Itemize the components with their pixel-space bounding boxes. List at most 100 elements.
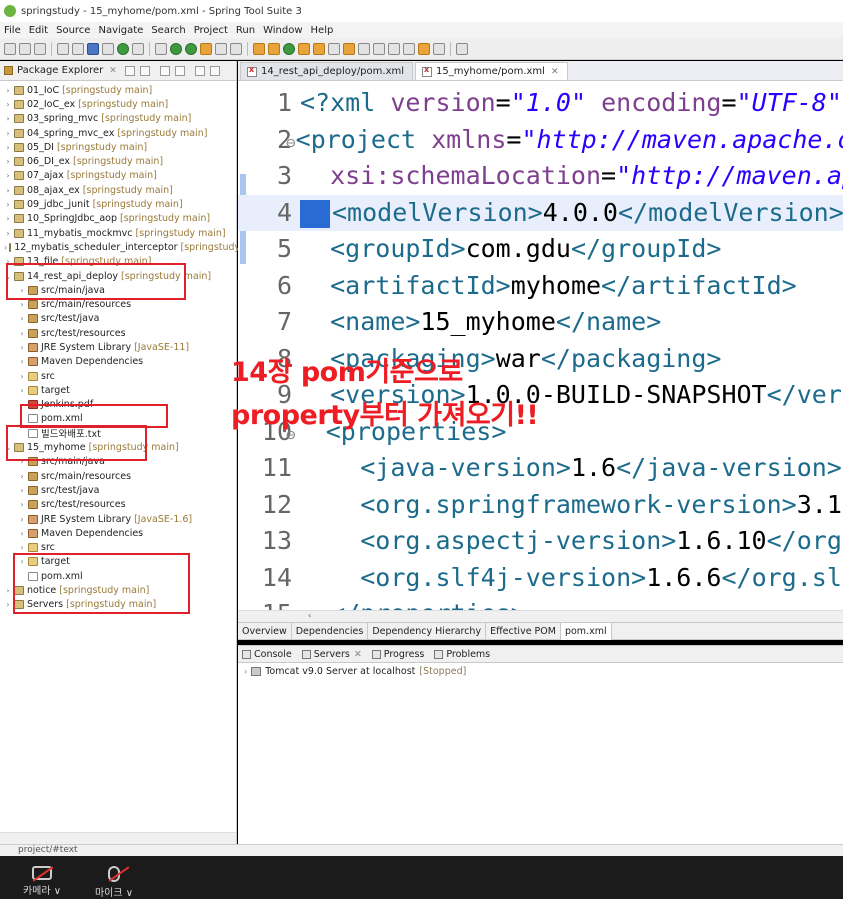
menu-source[interactable]: Source <box>52 25 94 36</box>
save-icon[interactable] <box>19 42 31 55</box>
view-menu-icon[interactable] <box>159 65 170 76</box>
tree-item[interactable]: › 02_IoC_ex [springstudy main] <box>0 97 236 111</box>
tree-item[interactable]: › Maven Dependencies <box>0 355 236 369</box>
close-icon[interactable]: ✕ <box>109 66 117 76</box>
server-tomcat[interactable]: › Tomcat v9.0 Server at localhost [Stopp… <box>238 663 843 677</box>
tab-dependency-hierarchy[interactable]: Dependency Hierarchy <box>368 622 487 640</box>
chevron-right-icon[interactable]: › <box>18 529 26 538</box>
debug-icon[interactable] <box>155 42 167 55</box>
tree-item[interactable]: › 10_SpringJdbc_aop [springstudy main] <box>0 212 236 226</box>
chevron-right-icon[interactable]: › <box>18 386 26 395</box>
tab-dependencies[interactable]: Dependencies <box>292 622 369 640</box>
camera-button[interactable]: 카메라 ∨ <box>12 862 72 899</box>
new-icon[interactable] <box>4 42 16 55</box>
chevron-right-icon[interactable]: › <box>4 86 12 95</box>
properties-icon[interactable] <box>72 42 84 55</box>
tree-item[interactable]: › JRE System Library [JavaSE-11] <box>0 340 236 354</box>
tab-progress[interactable]: Progress <box>371 649 424 660</box>
mic-button[interactable]: 마이크 ∨ <box>84 862 144 899</box>
run-external-icon[interactable] <box>185 42 197 55</box>
tab-problems[interactable]: Problems <box>434 649 490 660</box>
menu-run[interactable]: Run <box>232 25 259 36</box>
refresh-icon[interactable] <box>132 42 144 55</box>
tree-item[interactable]: › 12_mybatis_scheduler_interceptor [spring… <box>0 240 240 254</box>
code-line[interactable]: 12 <org.springframework-version>3.1.1.RE… <box>238 487 843 523</box>
chevron-right-icon[interactable]: › <box>18 543 26 552</box>
menu-project[interactable]: Project <box>190 25 232 36</box>
close-icon[interactable]: ✕ <box>354 649 362 660</box>
chevron-right-icon[interactable]: › <box>4 171 12 180</box>
code-line[interactable]: 11 <java-version>1.6</java-version> <box>238 450 843 486</box>
chevron-right-icon[interactable]: › <box>18 486 26 495</box>
editor-horizontal-scrollbar[interactable]: ‹ <box>238 610 843 622</box>
minimize-icon[interactable] <box>194 65 205 76</box>
tree-item[interactable]: › src/test/java <box>0 312 236 326</box>
menu-navigate[interactable]: Navigate <box>94 25 147 36</box>
code-line[interactable]: 2⊖<project xmlns="http://maven.apache.or… <box>238 122 843 158</box>
run-icon[interactable] <box>170 42 182 55</box>
chevron-right-icon[interactable]: › <box>244 667 247 676</box>
tree-item[interactable]: › Maven Dependencies <box>0 526 236 540</box>
package-explorer-tab[interactable]: Package Explorer ✕ <box>0 61 236 81</box>
code-line[interactable]: 6 <artifactId>myhome</artifactId> <box>238 268 843 304</box>
new-class-icon[interactable] <box>283 42 295 55</box>
chevron-right-icon[interactable]: › <box>18 472 26 481</box>
close-icon[interactable]: ✕ <box>551 67 559 77</box>
chevron-right-icon[interactable]: › <box>4 100 12 109</box>
code-line[interactable]: 14 <org.slf4j-version>1.6.6</org.slf4j-v… <box>238 560 843 596</box>
pen-icon[interactable] <box>328 42 340 55</box>
chevron-right-icon[interactable]: › <box>4 586 12 595</box>
tree-item[interactable]: › src <box>0 369 236 383</box>
tab-pom-xml[interactable]: pom.xml <box>560 622 612 640</box>
tree-item[interactable]: › 11_mybatis_mockmvc [springstudy main] <box>0 226 236 240</box>
back-icon[interactable] <box>418 42 430 55</box>
tab-console[interactable]: Console <box>242 649 292 660</box>
tree-item[interactable]: › src/main/resources <box>0 469 236 483</box>
menu-help[interactable]: Help <box>307 25 338 36</box>
tree-item[interactable]: › 04_spring_mvc_ex [springstudy main] <box>0 126 236 140</box>
chevron-right-icon[interactable]: › <box>18 329 26 338</box>
deploy-icon[interactable] <box>230 42 242 55</box>
tree-item[interactable]: › 03_spring_mvc [springstudy main] <box>0 112 236 126</box>
maximize-icon[interactable] <box>209 65 220 76</box>
chevron-right-icon[interactable]: › <box>4 186 12 195</box>
open-type-icon[interactable] <box>298 42 310 55</box>
chevron-right-icon[interactable]: › <box>18 357 26 366</box>
globe-icon[interactable] <box>358 42 370 55</box>
tree-item[interactable]: › JRE System Library [JavaSE-1.6] <box>0 512 236 526</box>
collapse-all-icon[interactable] <box>124 65 135 76</box>
tab-overview[interactable]: Overview <box>238 622 292 640</box>
chevron-right-icon[interactable]: › <box>18 500 26 509</box>
code-line[interactable]: 4 <modelVersion>4.0.0</modelVersion> <box>238 194 843 231</box>
new-package-icon[interactable] <box>268 42 280 55</box>
server-icon[interactable] <box>215 42 227 55</box>
code-line[interactable]: 7 <name>15_myhome</name> <box>238 304 843 340</box>
scroll-left-icon[interactable]: ‹ <box>308 611 311 620</box>
tab-14-pom[interactable]: 14_rest_api_deploy/pom.xml <box>240 62 414 80</box>
chevron-right-icon[interactable]: › <box>18 300 26 309</box>
tab-effective-pom[interactable]: Effective POM <box>486 622 561 640</box>
link-with-editor-icon[interactable] <box>139 65 150 76</box>
fold-toggle-icon[interactable]: ⊖ <box>286 133 296 152</box>
chevron-right-icon[interactable]: › <box>4 143 12 152</box>
tree-item[interactable]: › target <box>0 383 236 397</box>
chevron-right-icon[interactable]: › <box>18 343 26 352</box>
forward-icon[interactable] <box>433 42 445 55</box>
menu-edit[interactable]: Edit <box>25 25 52 36</box>
tree-item[interactable]: › src/test/resources <box>0 498 236 512</box>
stop-icon[interactable] <box>200 42 212 55</box>
tree-horizontal-scrollbar[interactable] <box>0 832 236 844</box>
previous-annotation-icon[interactable] <box>388 42 400 55</box>
tree-item[interactable]: › 08_ajax_ex [springstudy main] <box>0 183 236 197</box>
chevron-right-icon[interactable]: › <box>4 243 7 252</box>
last-edit-icon[interactable] <box>403 42 415 55</box>
save-all-icon[interactable] <box>34 42 46 55</box>
focus-icon[interactable] <box>174 65 185 76</box>
menu-file[interactable]: File <box>0 25 25 36</box>
tree-item[interactable]: › 06_DI_ex [springstudy main] <box>0 154 236 168</box>
tree-item[interactable]: › 05_DI [springstudy main] <box>0 140 236 154</box>
chevron-right-icon[interactable]: › <box>18 515 26 524</box>
tree-item[interactable]: › src/test/resources <box>0 326 236 340</box>
tree-item[interactable]: › 07_ajax [springstudy main] <box>0 169 236 183</box>
next-annotation-icon[interactable] <box>373 42 385 55</box>
